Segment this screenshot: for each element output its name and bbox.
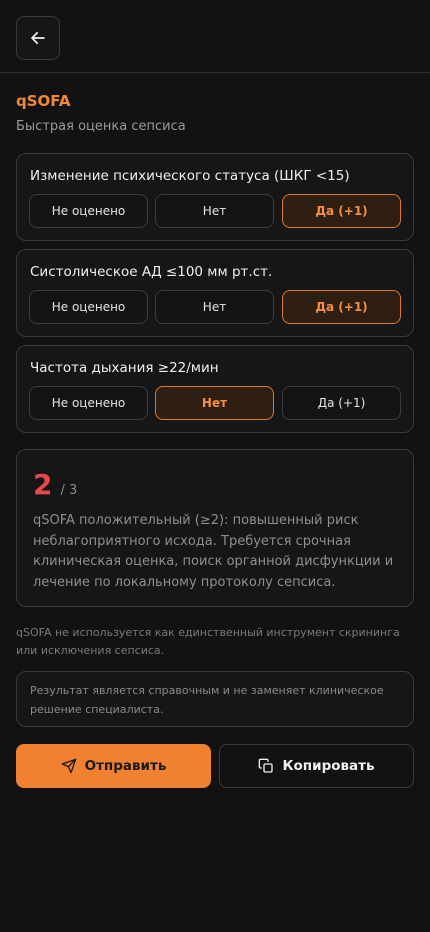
option-not-assessed[interactable]: Не оценено xyxy=(29,290,148,324)
send-button-label: Отправить xyxy=(84,758,167,774)
option-not-assessed[interactable]: Не оценено xyxy=(29,194,148,228)
copy-icon xyxy=(259,758,274,773)
back-button[interactable] xyxy=(16,16,60,60)
top-bar xyxy=(0,0,430,73)
score-value: 2 xyxy=(33,468,53,501)
criterion-label: Изменение психического статуса (ШКГ <15) xyxy=(30,168,350,184)
result-interpretation: qSOFA положительный (≥2): повышенный рис… xyxy=(33,513,394,590)
copy-button[interactable]: Копировать xyxy=(219,744,414,788)
send-button[interactable]: Отправить xyxy=(16,744,211,788)
page-subtitle: Быстрая оценка сепсиса xyxy=(16,119,186,134)
option-no[interactable]: Нет xyxy=(155,194,274,228)
criterion-card-mental-status: Изменение психического статуса (ШКГ <15)… xyxy=(16,153,414,241)
disclaimer-text: Результат является справочным и не замен… xyxy=(30,684,384,716)
usage-note: qSOFA не используется как единственный и… xyxy=(16,626,400,657)
option-yes[interactable]: Да (+1) xyxy=(282,386,401,420)
criterion-label: Частота дыхания ≥22/мин xyxy=(30,360,219,376)
option-yes[interactable]: Да (+1) xyxy=(282,290,401,324)
send-icon xyxy=(61,758,76,774)
option-yes[interactable]: Да (+1) xyxy=(282,194,401,228)
option-no[interactable]: Нет xyxy=(155,386,274,420)
option-no[interactable]: Нет xyxy=(155,290,274,324)
arrow-left-icon xyxy=(31,31,45,45)
result-card: 2 / 3 qSOFA положительный (≥2): повышенн… xyxy=(16,449,414,607)
criterion-card-respiratory-rate: Частота дыхания ≥22/мин Не оценено Нет Д… xyxy=(16,345,414,433)
option-not-assessed[interactable]: Не оценено xyxy=(29,386,148,420)
page-title: qSOFA xyxy=(16,92,71,110)
score: 2 / 3 xyxy=(33,468,77,501)
criterion-card-systolic-bp: Систолическое АД ≤100 мм рт.ст. Не оцене… xyxy=(16,249,414,337)
copy-button-label: Копировать xyxy=(282,758,375,774)
disclaimer-box: Результат является справочным и не замен… xyxy=(16,671,414,727)
score-total: / 3 xyxy=(60,483,78,498)
criterion-label: Систолическое АД ≤100 мм рт.ст. xyxy=(30,264,273,280)
